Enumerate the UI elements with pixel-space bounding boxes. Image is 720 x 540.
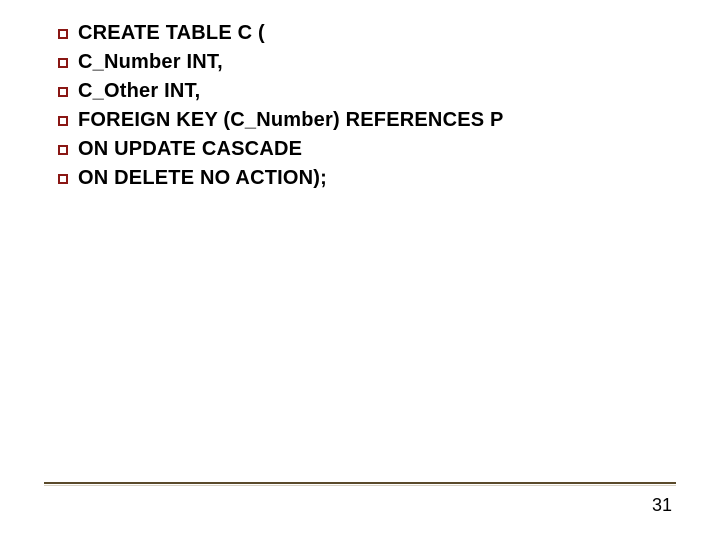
square-bullet-icon bbox=[58, 87, 68, 97]
horizontal-rule bbox=[44, 482, 676, 484]
list-item: CREATE TABLE C ( bbox=[58, 22, 680, 45]
code-line: ON DELETE NO ACTION); bbox=[78, 167, 327, 190]
square-bullet-icon bbox=[58, 116, 68, 126]
square-bullet-icon bbox=[58, 58, 68, 68]
code-line: C_Number INT, bbox=[78, 51, 223, 74]
code-line: CREATE TABLE C ( bbox=[78, 22, 265, 45]
page-number: 31 bbox=[652, 495, 672, 516]
list-item: C_Other INT, bbox=[58, 80, 680, 103]
horizontal-rule-shadow bbox=[44, 485, 676, 486]
code-block: CREATE TABLE C ( C_Number INT, C_Other I… bbox=[58, 22, 680, 196]
code-line: ON UPDATE CASCADE bbox=[78, 138, 302, 161]
code-line: FOREIGN KEY (C_Number) REFERENCES P bbox=[78, 109, 504, 132]
list-item: ON DELETE NO ACTION); bbox=[58, 167, 680, 190]
slide: CREATE TABLE C ( C_Number INT, C_Other I… bbox=[0, 0, 720, 540]
list-item: FOREIGN KEY (C_Number) REFERENCES P bbox=[58, 109, 680, 132]
list-item: ON UPDATE CASCADE bbox=[58, 138, 680, 161]
square-bullet-icon bbox=[58, 29, 68, 39]
list-item: C_Number INT, bbox=[58, 51, 680, 74]
square-bullet-icon bbox=[58, 174, 68, 184]
code-line: C_Other INT, bbox=[78, 80, 200, 103]
square-bullet-icon bbox=[58, 145, 68, 155]
